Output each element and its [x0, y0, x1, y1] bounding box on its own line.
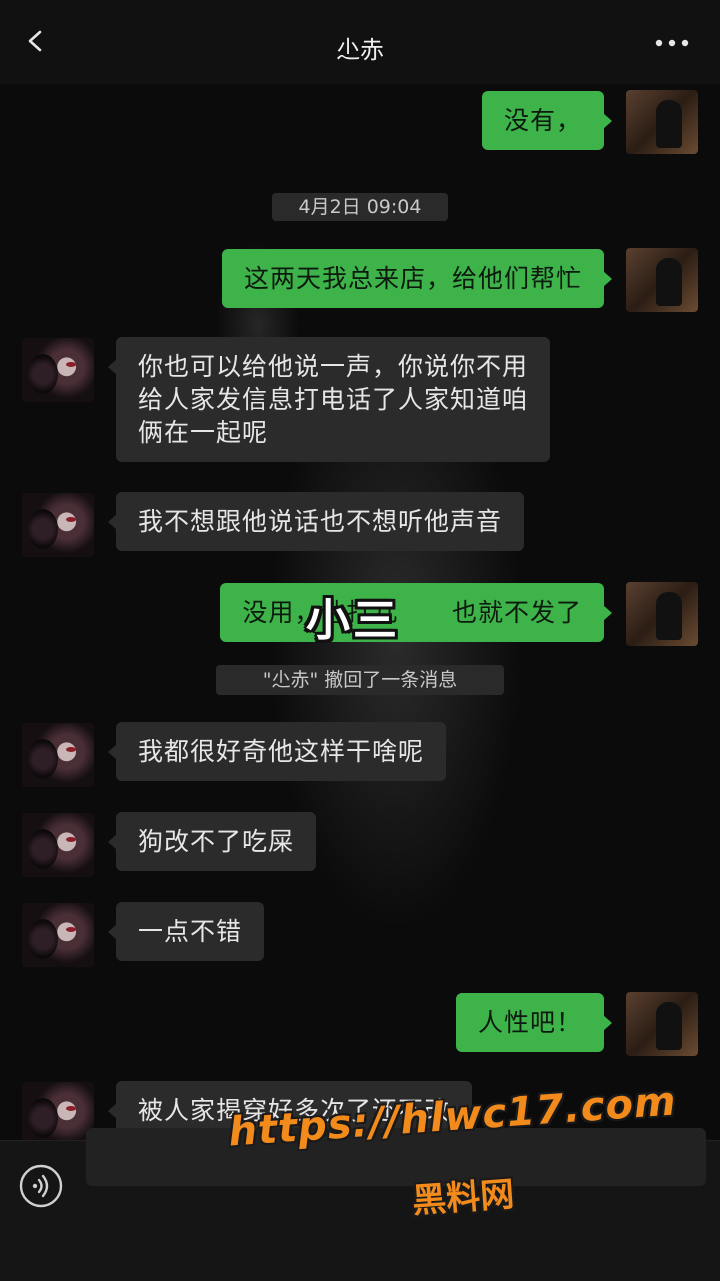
my-avatar[interactable] [626, 248, 698, 312]
watermark-site-name: 黑料网 [410, 1174, 516, 1222]
chat-header: 尐赤 [0, 0, 720, 84]
contact-avatar[interactable] [22, 338, 94, 402]
recall-notice: "尐赤" 撤回了一条消息 [216, 665, 504, 695]
avatar-eye [66, 517, 76, 522]
avatar-eye [66, 362, 76, 367]
message-bubble-incoming[interactable]: 我不想跟他说话也不想听他声音 [107, 492, 525, 551]
my-avatar[interactable] [626, 582, 698, 646]
message-bubble-outgoing[interactable]: 这两天我总来店，给他们帮忙 [221, 249, 613, 308]
my-avatar[interactable] [626, 992, 698, 1056]
avatar-eye [66, 1106, 76, 1111]
message-bubble-outgoing[interactable]: 人性吧！ [455, 993, 613, 1052]
avatar-eye [66, 927, 76, 932]
message-timestamp: 4月2日 09:04 [272, 193, 448, 221]
chat-title: 尐赤 [336, 36, 384, 64]
avatar-eye [66, 747, 76, 752]
contact-avatar[interactable] [22, 723, 94, 787]
contact-avatar[interactable] [22, 903, 94, 967]
message-bubble-outgoing[interactable]: 没用，他打几 也就不发了 [220, 583, 612, 642]
overlay-caption: 小三 [306, 595, 400, 646]
my-avatar[interactable] [626, 90, 698, 154]
message-bubble-incoming[interactable]: 我都很好奇他这样干啥呢 [107, 722, 447, 781]
contact-avatar[interactable] [22, 1082, 94, 1146]
message-bubble-outgoing[interactable]: 没有， [481, 91, 613, 150]
message-bubble-incoming[interactable]: 狗改不了吃屎 [107, 812, 317, 871]
voice-icon[interactable] [18, 1163, 64, 1209]
contact-avatar[interactable] [22, 813, 94, 877]
contact-avatar[interactable] [22, 493, 94, 557]
ellipsis-icon[interactable] [654, 38, 690, 48]
message-bubble-incoming[interactable]: 你也可以给他说一声，你说你不用 给人家发信息打电话了人家知道咱 俩在一起呢 [107, 337, 551, 462]
avatar-eye [66, 837, 76, 842]
message-bubble-incoming[interactable]: 一点不错 [107, 902, 265, 961]
